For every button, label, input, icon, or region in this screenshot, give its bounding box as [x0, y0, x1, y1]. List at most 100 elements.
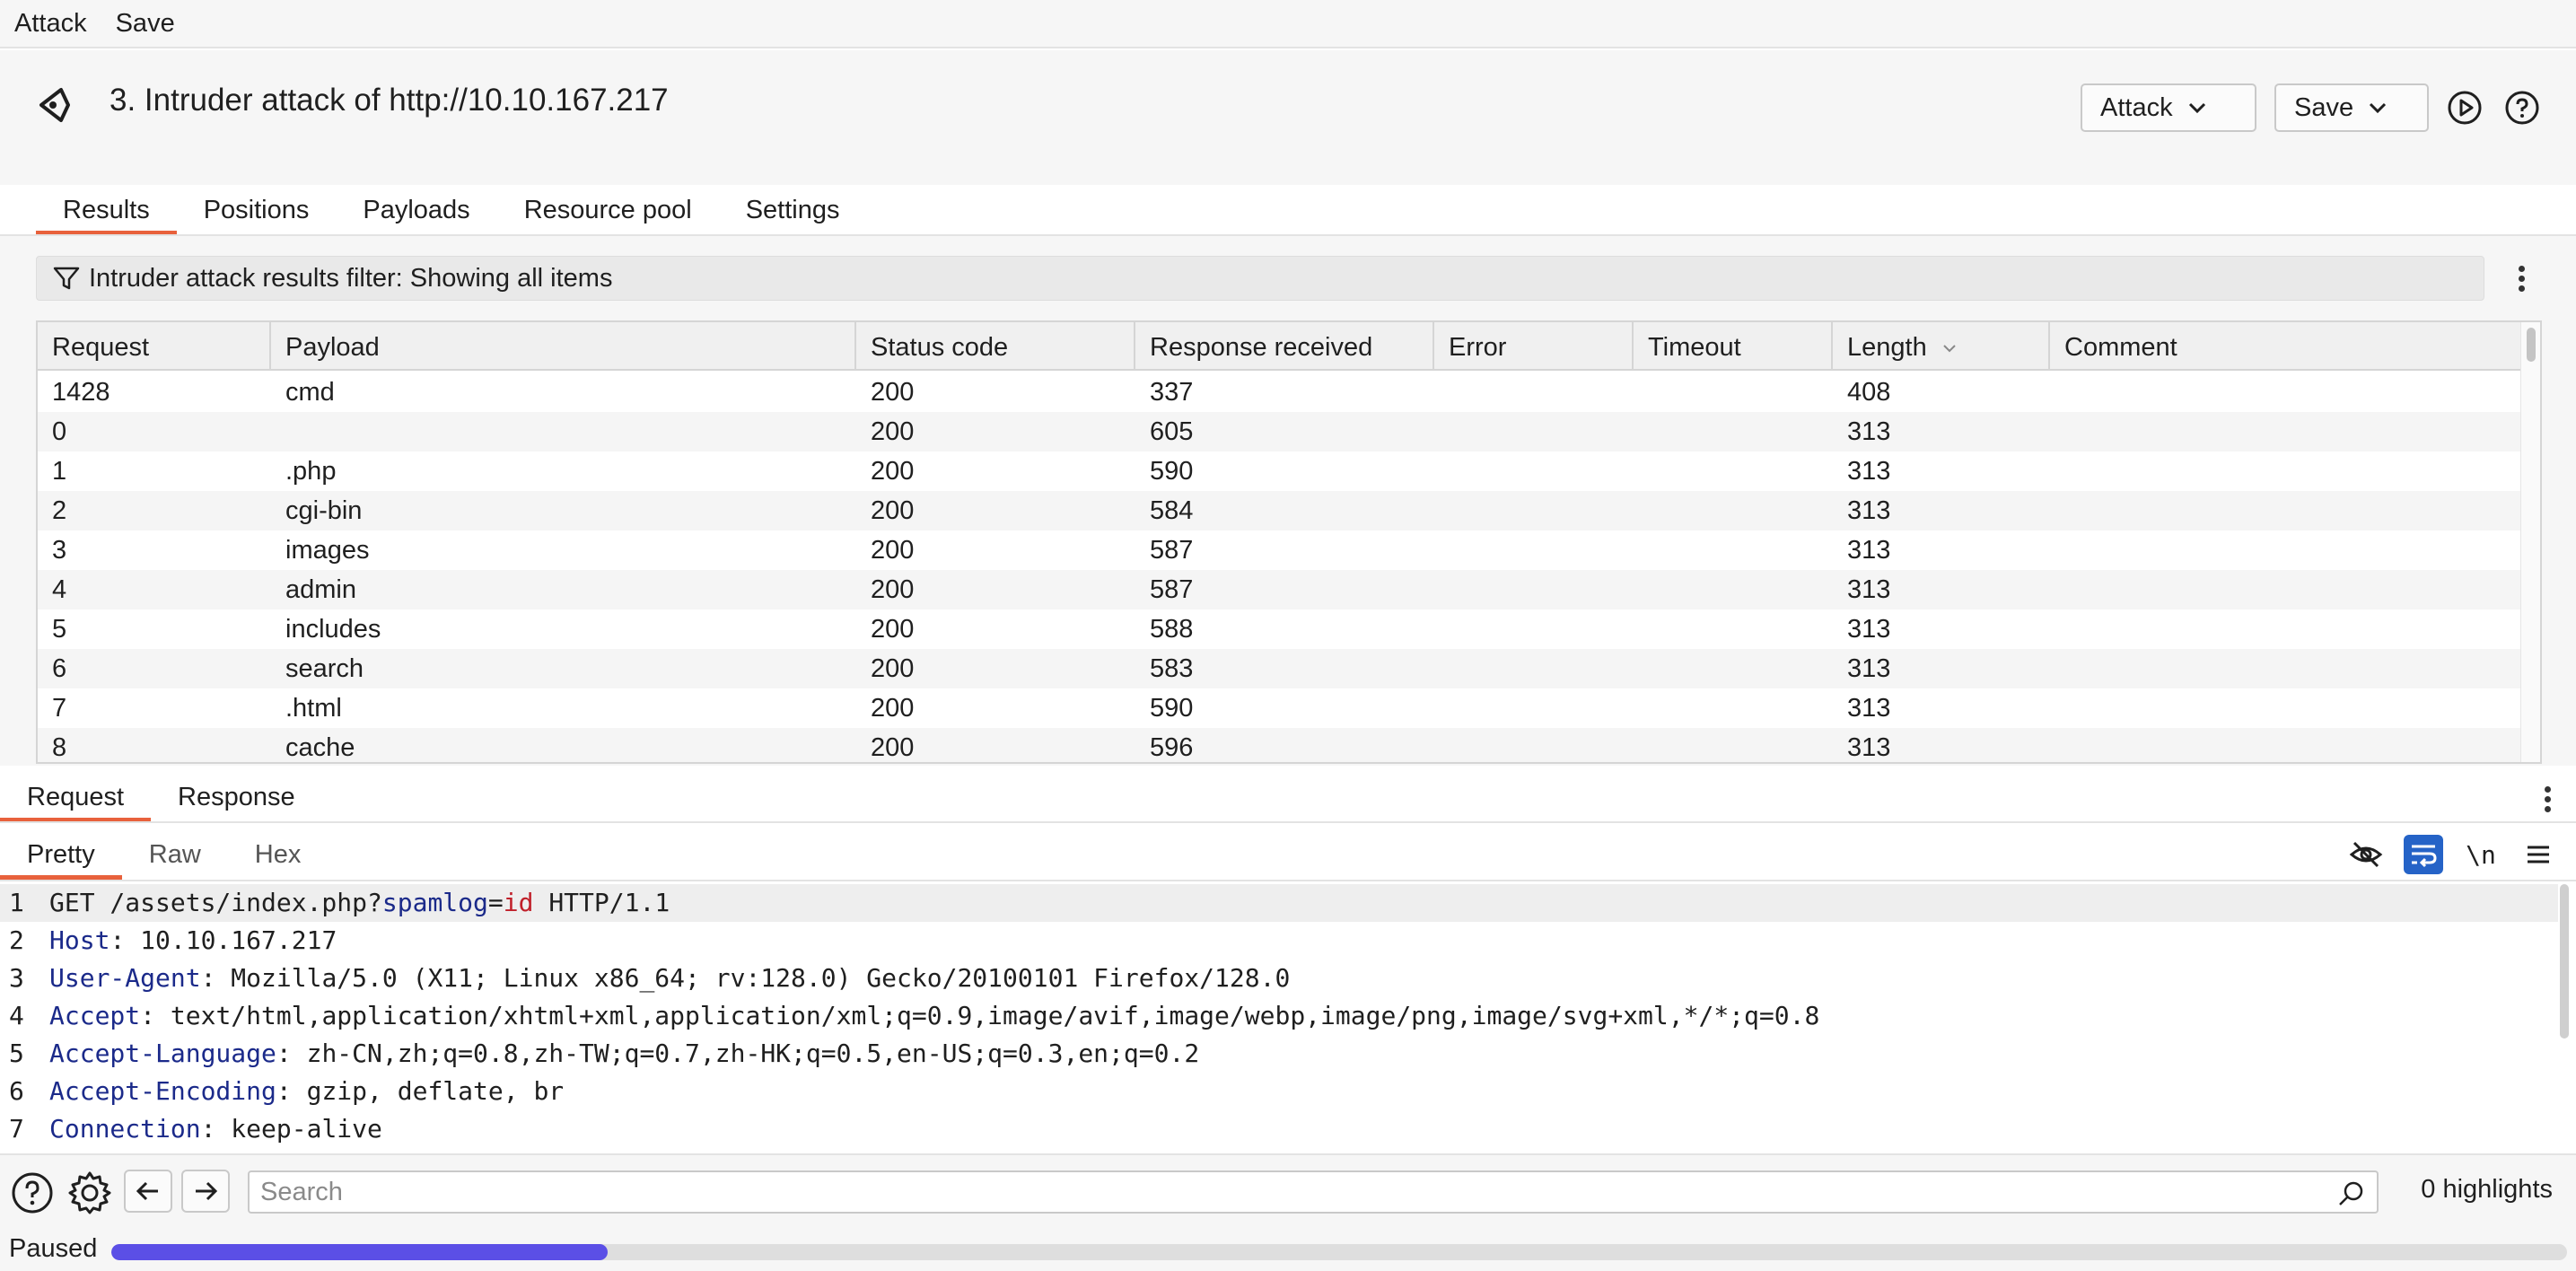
line-number: 5: [9, 1039, 24, 1068]
results-filter-bar[interactable]: Intruder attack results filter: Showing …: [36, 256, 2484, 301]
table-row[interactable]: 2 cgi-bin 200 584 313: [38, 491, 2522, 530]
tab-payloads[interactable]: Payloads: [336, 185, 496, 235]
results-more-icon[interactable]: [2516, 262, 2527, 298]
table-scrollbar[interactable]: [2520, 322, 2540, 762]
line-code: Accept-Encoding: gzip, deflate, br: [49, 1076, 564, 1106]
hide-nonprinting-icon[interactable]: [2346, 835, 2386, 874]
line-number: 2: [9, 925, 24, 955]
line-number: 1: [9, 888, 24, 917]
code-text: : keep-alive: [200, 1114, 382, 1144]
cell-payload: [271, 412, 285, 451]
line-code: Host: 10.10.167.217: [49, 925, 337, 955]
play-icon[interactable]: [2447, 90, 2483, 126]
cell-status-code: 200: [871, 378, 915, 407]
table-row[interactable]: 6 search 200 583 313: [38, 649, 2522, 688]
cell-status-code: 200: [871, 457, 915, 486]
cell-comment: [2050, 688, 2064, 728]
wrap-icon: [2412, 845, 2437, 868]
save-dropdown-button[interactable]: Save: [2274, 83, 2429, 132]
filter-icon: [53, 267, 80, 290]
cell-response-received: 337: [1150, 378, 1194, 407]
cell-comment: [2050, 570, 2064, 609]
search-icon[interactable]: [2337, 1179, 2366, 1208]
settings-button[interactable]: [66, 1170, 113, 1216]
table-row[interactable]: 1428 cmd 200 337 408: [38, 373, 2522, 412]
chevron-down-icon: [2370, 102, 2387, 114]
code-text: : 10.10.167.217: [110, 925, 337, 955]
cell-status-code: 200: [871, 417, 915, 446]
view-tabs-divider: [0, 880, 2576, 881]
cell-request: 1: [52, 457, 67, 486]
tab-resource-pool[interactable]: Resource pool: [497, 185, 719, 235]
table-row[interactable]: 8 cache 200 596 313: [38, 728, 2522, 762]
attack-status: Paused: [9, 1234, 98, 1263]
table-row[interactable]: 5 includes 200 588 313: [38, 609, 2522, 649]
attack-header: 3. Intruder attack of http://10.10.167.2…: [0, 50, 2576, 185]
table-row[interactable]: 3 images 200 587 313: [38, 530, 2522, 570]
table-row[interactable]: 1 .php 200 590 313: [38, 451, 2522, 491]
cell-error: [1434, 451, 1449, 491]
param-value: id: [503, 888, 534, 917]
tab-positions[interactable]: Positions: [177, 185, 337, 235]
attack-button-label: Attack: [2100, 92, 2173, 122]
forward-button[interactable]: [181, 1170, 230, 1213]
table-row[interactable]: 4 admin 200 587 313: [38, 570, 2522, 609]
tab-response[interactable]: Response: [151, 772, 322, 822]
request-editor[interactable]: 1 GET /assets/index.php?spamlog=id HTTP/1…: [0, 884, 2576, 1153]
cell-length: 313: [1847, 654, 1891, 683]
cell-timeout: [1634, 688, 1648, 728]
cell-comment: [2050, 373, 2064, 412]
col-payload[interactable]: Payload: [271, 322, 856, 371]
tab-hex[interactable]: Hex: [228, 829, 329, 880]
cell-error: [1434, 373, 1449, 412]
word-wrap-button[interactable]: [2404, 835, 2443, 874]
header-name: Host: [49, 925, 110, 955]
show-newlines-button[interactable]: \n: [2461, 835, 2501, 874]
code-text: : zh-CN,zh;q=0.8,zh-TW;q=0.7,zh-HK;q=0.5…: [276, 1039, 1200, 1068]
col-response-received[interactable]: Response received: [1135, 322, 1434, 371]
cell-status-code: 200: [871, 575, 915, 604]
tab-raw[interactable]: Raw: [122, 829, 228, 880]
col-timeout[interactable]: Timeout: [1634, 322, 1833, 371]
cell-error: [1434, 649, 1449, 688]
message-tabs: Request Response: [0, 772, 322, 822]
table-row[interactable]: 0 200 605 313: [38, 412, 2522, 451]
line-number: 4: [9, 1001, 24, 1030]
menu-attack[interactable]: Attack: [0, 9, 101, 39]
table-scroll-thumb[interactable]: [2527, 328, 2536, 362]
help-button[interactable]: [9, 1170, 56, 1216]
help-icon[interactable]: [2504, 90, 2540, 126]
bottom-toolbar: 0 highlights: [0, 1153, 2576, 1225]
menu-save[interactable]: Save: [101, 9, 189, 39]
col-status-code[interactable]: Status code: [856, 322, 1135, 371]
col-length[interactable]: Length: [1833, 322, 2050, 371]
help-icon: [12, 1172, 53, 1214]
editor-menu-icon[interactable]: [2519, 835, 2558, 874]
back-button[interactable]: [124, 1170, 172, 1213]
results-table: Request Payload Status code Response rec…: [36, 320, 2542, 764]
cell-error: [1434, 530, 1449, 570]
col-request[interactable]: Request: [38, 322, 271, 371]
search-input[interactable]: [260, 1178, 2307, 1207]
attack-tabs: Results Positions Payloads Resource pool…: [36, 185, 866, 235]
line-code: Connection: keep-alive: [49, 1114, 382, 1144]
cell-error: [1434, 728, 1449, 762]
cell-timeout: [1634, 373, 1648, 412]
tab-pretty[interactable]: Pretty: [0, 829, 122, 880]
tab-request[interactable]: Request: [0, 772, 152, 822]
attack-dropdown-button[interactable]: Attack: [2081, 83, 2256, 132]
tab-settings[interactable]: Settings: [719, 185, 867, 235]
col-comment[interactable]: Comment: [2050, 322, 2522, 371]
table-row[interactable]: 7 .html 200 590 313: [38, 688, 2522, 728]
line-code: Accept: text/html,application/xhtml+xml,…: [49, 1001, 1819, 1030]
code-text: GET /assets/index.php?: [49, 888, 382, 917]
col-error[interactable]: Error: [1434, 322, 1634, 371]
attack-progress-bar: [111, 1244, 2567, 1260]
cell-request: 4: [52, 575, 67, 604]
line-number: 6: [9, 1076, 24, 1106]
tab-results[interactable]: Results: [36, 185, 177, 235]
editor-scrollbar[interactable]: [2560, 884, 2569, 1039]
message-more-icon[interactable]: [2542, 783, 2553, 819]
request-line: 5 Accept-Language: zh-CN,zh;q=0.8,zh-TW;q…: [0, 1035, 2576, 1073]
cell-timeout: [1634, 609, 1648, 649]
